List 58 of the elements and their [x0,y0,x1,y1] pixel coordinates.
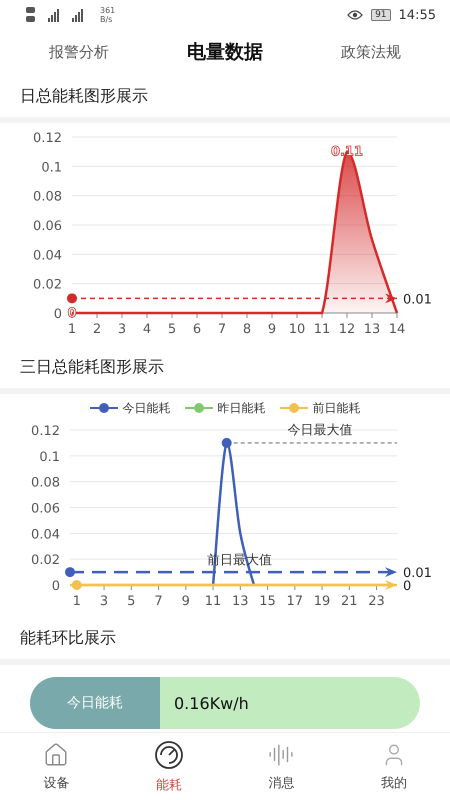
section-title: 三日总能耗图形展示 [19,356,165,378]
comparison-label: 今日能耗 [30,677,160,729]
section-title: 能耗环比展示 [19,627,117,649]
comparison-value: 0.16Kw/h [173,692,250,714]
axis-label: 0.02 [31,553,60,568]
axis-label: 0 [52,579,60,594]
axis-label: 0.1 [39,450,60,465]
axis-label: 10 [288,322,306,337]
nav-label: 消息 [268,774,294,792]
axis-label: 0.04 [33,248,62,264]
axis-label: 0.06 [33,219,62,234]
axis-label: 3 [100,594,108,609]
value-label: 0.11 [330,144,364,160]
network-speed: 361 [100,6,116,15]
axis-label: 7 [218,322,226,337]
clock: 14:55 [398,8,436,22]
axis-label: 11 [314,322,330,337]
line-label: 0.01 [403,566,432,582]
nav-label: 设备 [43,774,70,792]
axis-label: 0.08 [33,190,62,205]
nav-label: 能耗 [156,776,182,794]
axis-label: 2 [92,322,102,337]
axis-label: 0.12 [31,424,60,439]
network-speed-unit: B/s [100,15,114,24]
axis-label: 23 [368,594,385,609]
line-label: 0 [403,579,412,594]
axis-label: 9 [182,594,190,609]
axis-label: 7 [154,594,163,609]
section-title: 日总能耗图形展示 [19,85,149,107]
axis-label: 21 [341,594,358,609]
axis-label: 0 [54,307,62,322]
axis-label: 5 [127,594,136,609]
axis-label: 9 [268,322,276,337]
axis-label: 4 [142,322,152,337]
axis-label: 17 [286,594,304,609]
line-label: 今日最大值 [287,422,352,438]
axis-label: 12 [338,322,356,337]
axis-label: 11 [204,594,222,609]
nav-label: 我的 [380,774,407,792]
axis-label: 19 [314,594,330,609]
axis-label: 13 [364,322,380,337]
axis-label: 6 [192,322,202,337]
axis-label: 0.04 [31,527,60,542]
axis-label: 8 [242,322,252,337]
axis-label: 1 [68,322,76,337]
line-label: 0.01 [403,292,432,308]
axis-label: 1 [72,594,81,609]
battery-level: 91 [371,9,391,21]
axis-label: 0.08 [31,476,60,491]
axis-label: 0.12 [33,131,62,146]
axis-label: 5 [168,322,176,337]
axis-label: 0.06 [31,502,60,516]
axis-label: 0.1 [41,160,62,176]
axis-label: 3 [118,322,126,337]
axis-label: 0.02 [33,278,62,293]
axis-label: 15 [259,594,276,609]
axis-label: 14 [388,322,406,337]
axis-label: 13 [232,594,249,609]
